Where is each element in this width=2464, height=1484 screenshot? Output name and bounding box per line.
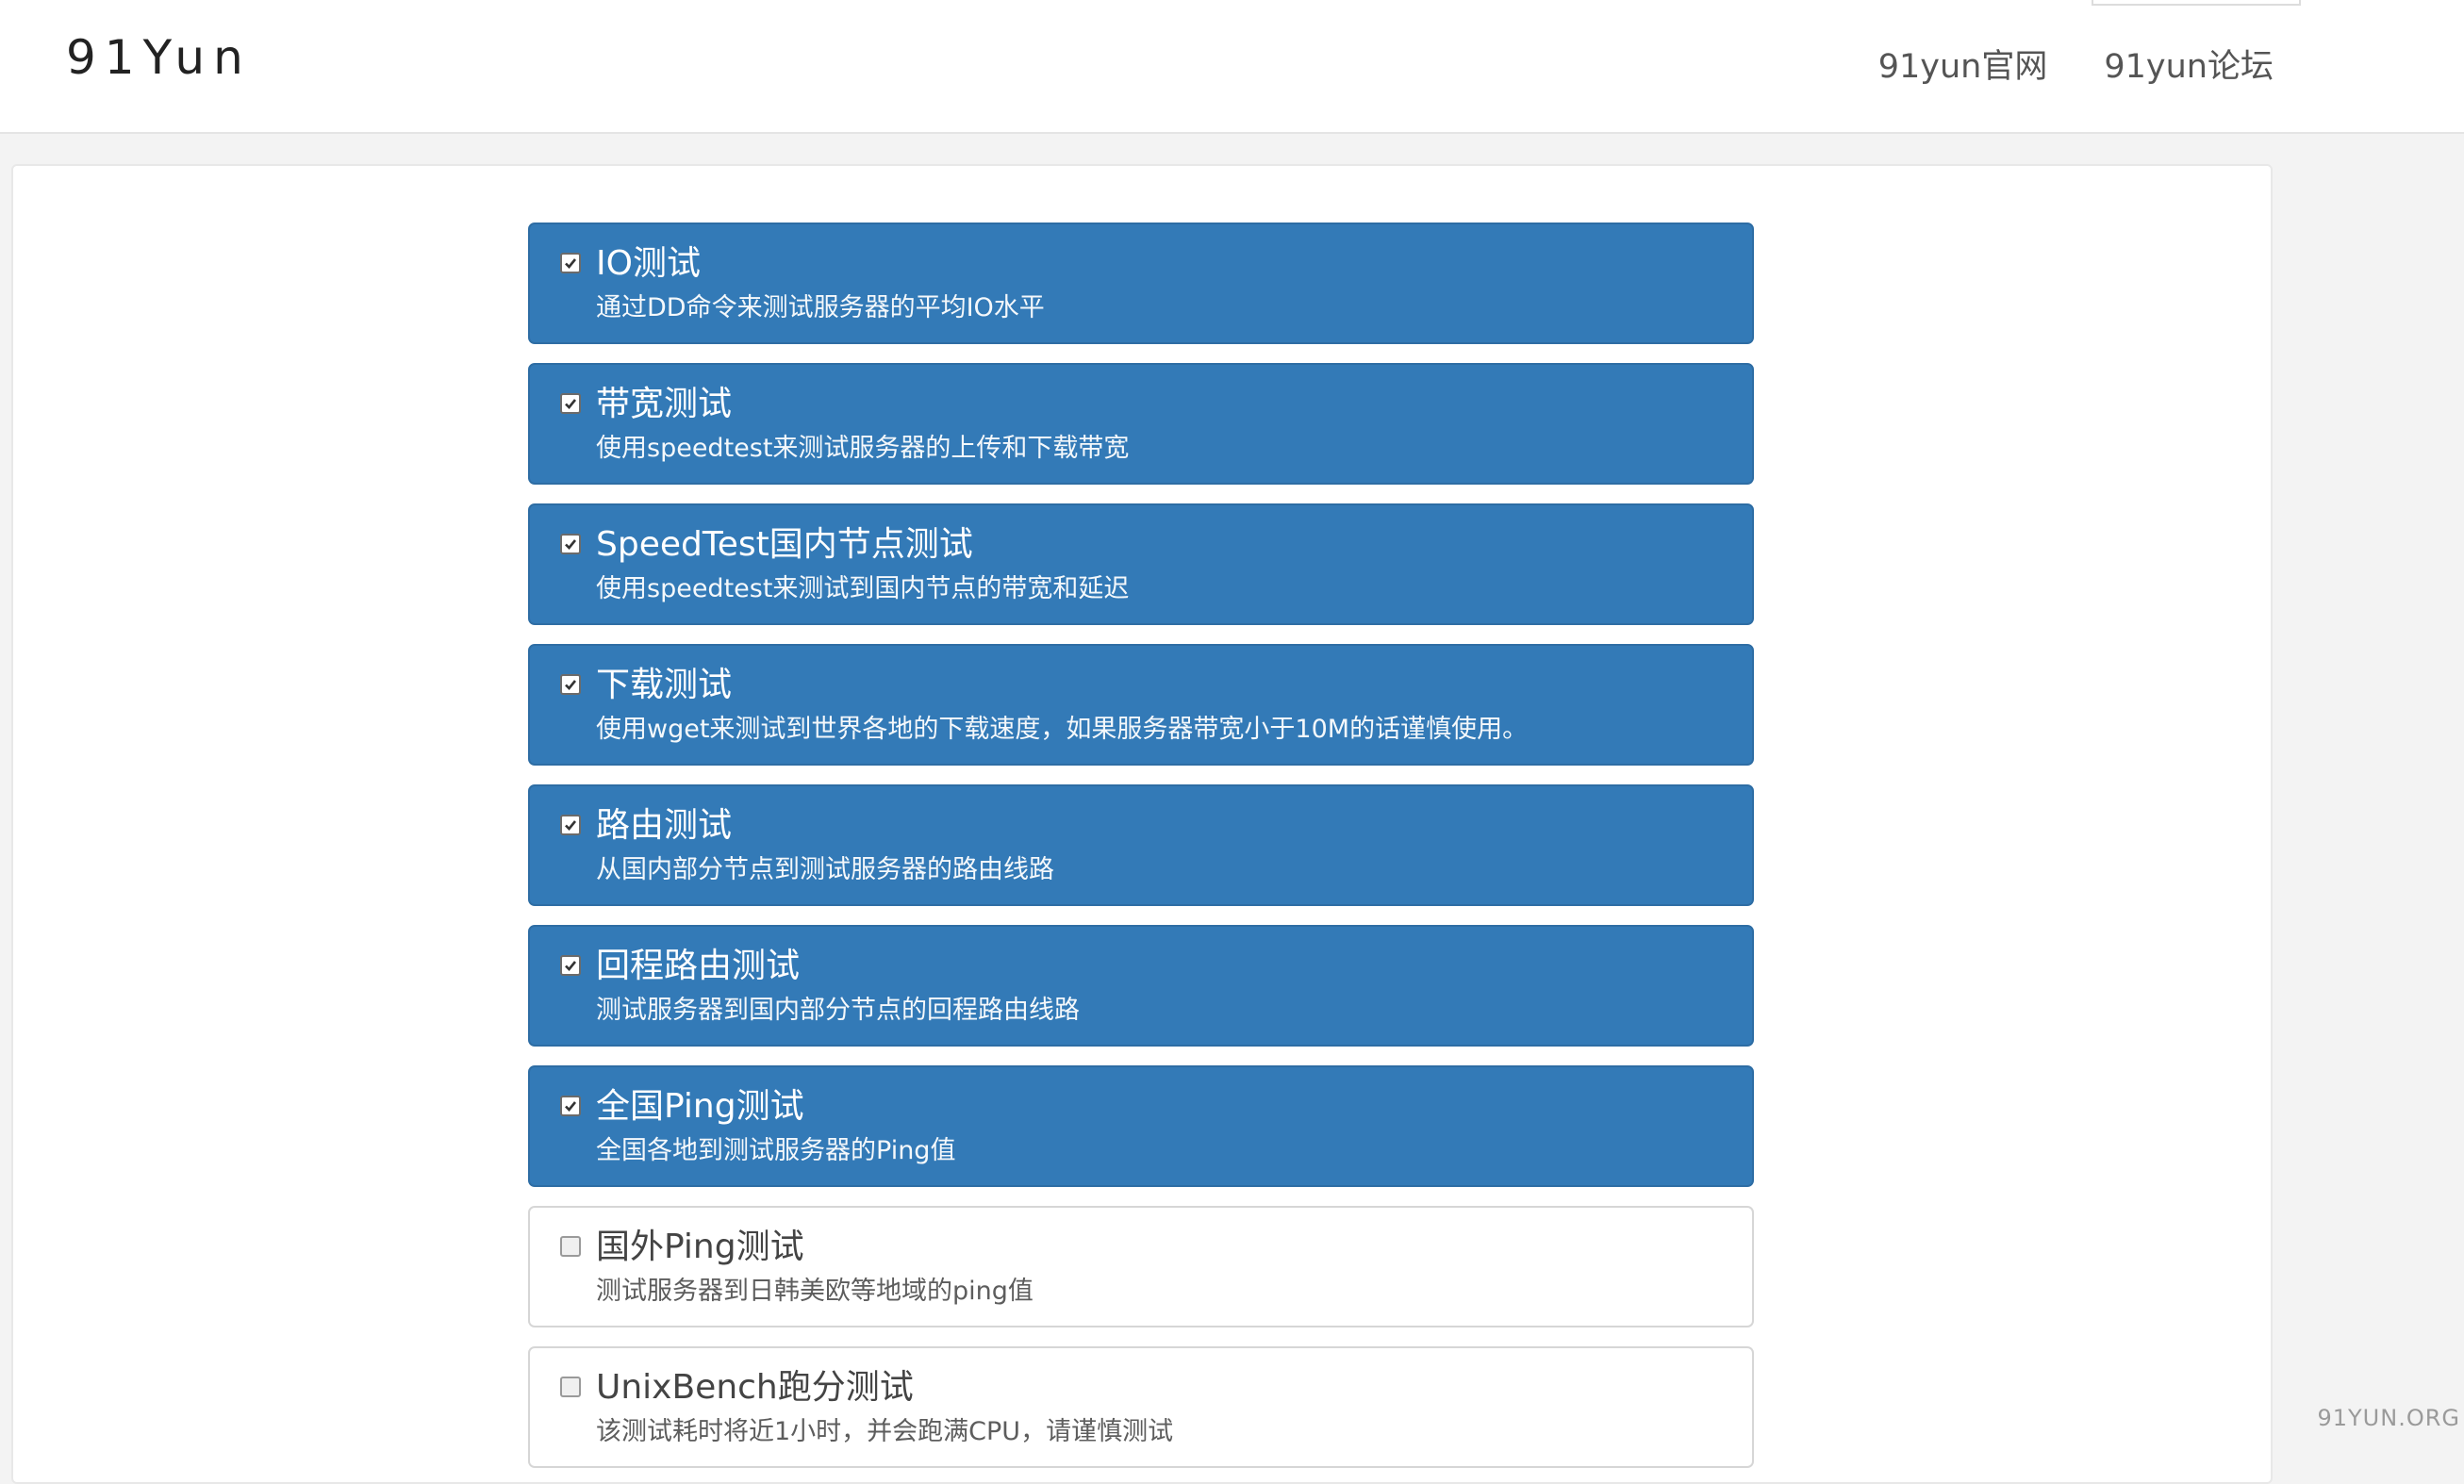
test-option-title: IO测试 [596,244,701,283]
checkbox[interactable] [560,955,581,976]
test-option-speedtest-domestic[interactable]: SpeedTest国内节点测试 使用speedtest来测试到国内节点的带宽和延… [528,503,1754,625]
test-option-desc: 从国内部分节点到测试服务器的路由线路 [596,855,1054,884]
test-option-download[interactable]: 下载测试 使用wget来测试到世界各地的下载速度，如果服务器带宽小于10M的话谨… [528,644,1754,766]
test-option-title: 全国Ping测试 [596,1087,804,1126]
checkmark-icon [565,258,577,269]
test-option-desc: 该测试耗时将近1小时，并会跑满CPU，请谨慎测试 [596,1417,1174,1446]
test-option-desc: 测试服务器到国内部分节点的回程路由线路 [596,996,1080,1025]
test-option-title: UnixBench跑分测试 [596,1368,914,1407]
test-option-unixbench[interactable]: UnixBench跑分测试 该测试耗时将近1小时，并会跑满CPU，请谨慎测试 [528,1346,1754,1468]
checkbox[interactable] [560,534,581,554]
checkmark-icon [565,680,577,690]
test-option-title: 带宽测试 [596,385,733,423]
test-option-title: 国外Ping测试 [596,1228,804,1266]
checkmark-icon [565,399,577,409]
test-option-bandwidth[interactable]: 带宽测试 使用speedtest来测试服务器的上传和下载带宽 [528,363,1754,485]
test-option-return-route[interactable]: 回程路由测试 测试服务器到国内部分节点的回程路由线路 [528,925,1754,1047]
top-navbar: 91Yun 91yun官网 91yun论坛 [0,0,2464,134]
test-option-title: 下载测试 [596,666,733,704]
test-option-desc: 全国各地到测试服务器的Ping值 [596,1136,956,1165]
test-option-title: SpeedTest国内节点测试 [596,525,973,564]
test-option-foreign-ping[interactable]: 国外Ping测试 测试服务器到日韩美欧等地域的ping值 [528,1206,1754,1327]
checkmark-icon [565,1101,577,1112]
checkbox[interactable] [560,253,581,273]
nav-link-forum[interactable]: 91yun论坛 [2104,51,2274,84]
checkbox[interactable] [560,674,581,695]
test-option-desc: 测试服务器到日韩美欧等地域的ping值 [596,1277,1034,1306]
test-option-desc: 通过DD命令来测试服务器的平均IO水平 [596,293,1045,322]
nav-link-official-site[interactable]: 91yun官网 [1878,51,2048,84]
test-option-io[interactable]: IO测试 通过DD命令来测试服务器的平均IO水平 [528,223,1754,344]
test-option-title: 回程路由测试 [596,947,801,985]
checkmark-icon [565,820,577,831]
brand-logo[interactable]: 91Yun [66,34,252,81]
top-tab-edge [2092,0,2301,6]
watermark: 91YUN.ORG [2317,1405,2460,1431]
test-option-route[interactable]: 路由测试 从国内部分节点到测试服务器的路由线路 [528,784,1754,906]
checkbox[interactable] [560,1236,581,1257]
checkbox[interactable] [560,393,581,414]
test-option-list: IO测试 通过DD命令来测试服务器的平均IO水平 带宽测试 使用speedtes… [528,223,1754,1468]
checkbox[interactable] [560,1096,581,1116]
checkbox[interactable] [560,815,581,835]
checkbox[interactable] [560,1377,581,1397]
test-option-title: 路由测试 [596,806,733,845]
test-option-desc: 使用speedtest来测试服务器的上传和下载带宽 [596,434,1130,463]
nav-links: 91yun官网 91yun论坛 [1878,51,2274,84]
test-option-desc: 使用speedtest来测试到国内节点的带宽和延迟 [596,574,1130,603]
checkmark-icon [565,539,577,550]
test-option-desc: 使用wget来测试到世界各地的下载速度，如果服务器带宽小于10M的话谨慎使用。 [596,715,1529,744]
test-option-national-ping[interactable]: 全国Ping测试 全国各地到测试服务器的Ping值 [528,1065,1754,1187]
checkmark-icon [565,961,577,971]
